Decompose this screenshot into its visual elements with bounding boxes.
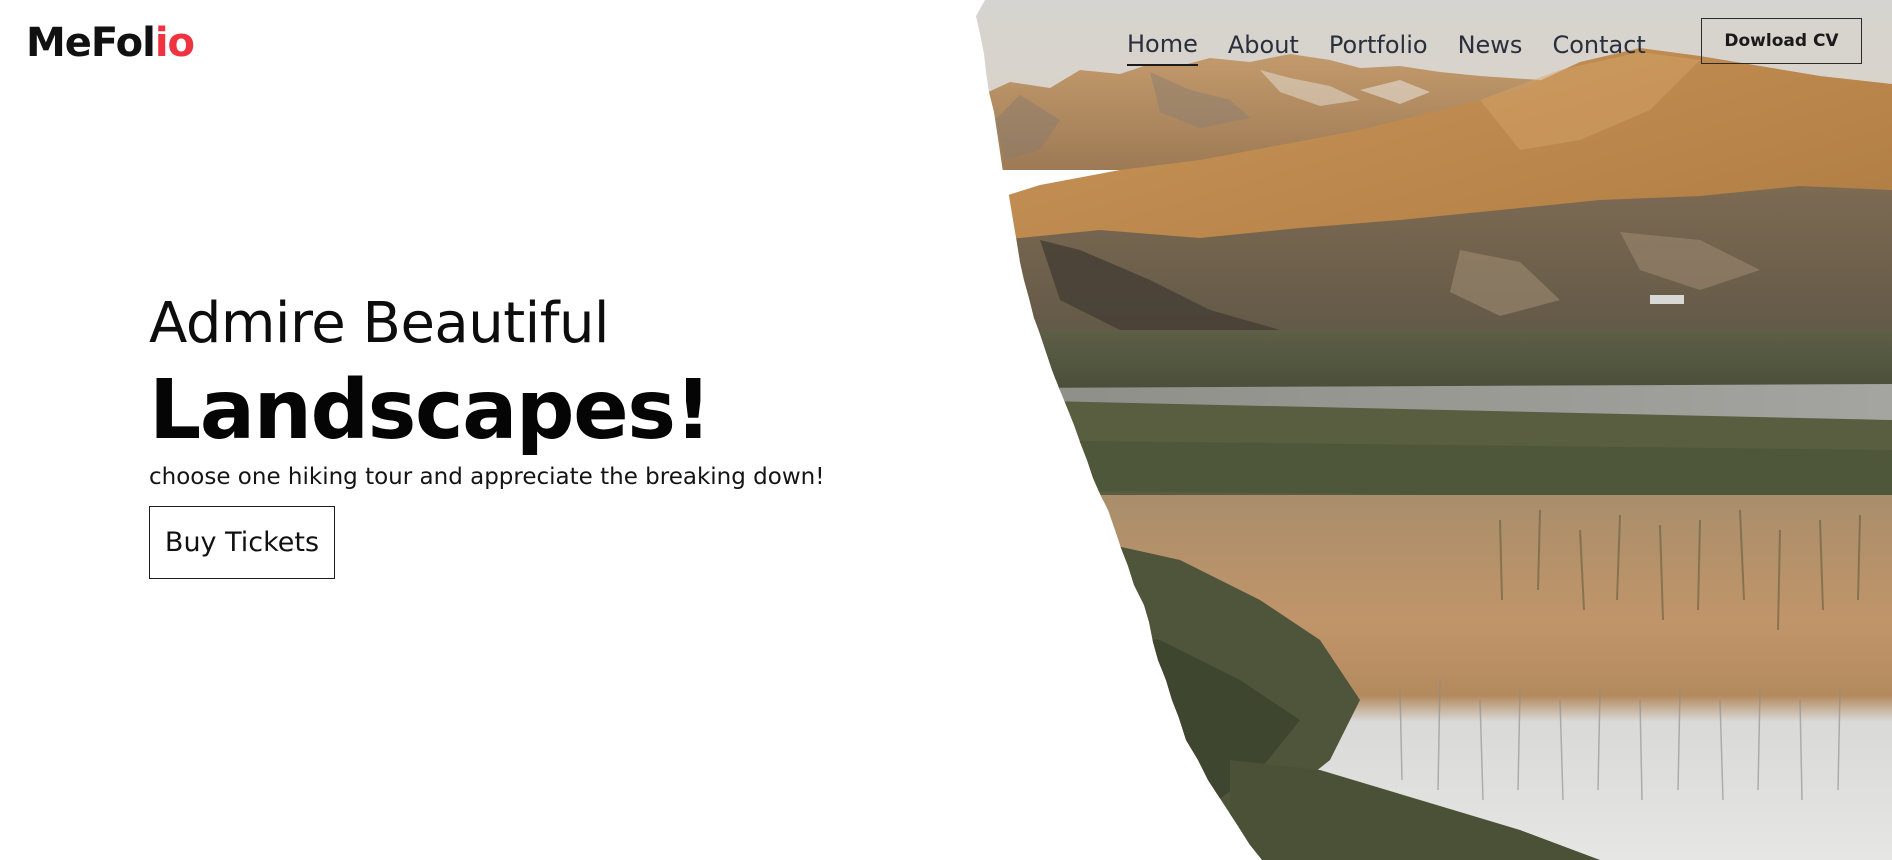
nav-link-news[interactable]: News — [1458, 28, 1523, 65]
site-logo[interactable]: MeFolio — [26, 16, 195, 70]
download-cv-button[interactable]: Dowload CV — [1701, 18, 1862, 64]
hero-content: Admire Beautiful Landscapes! choose one … — [149, 284, 824, 579]
nav-link-home[interactable]: Home — [1127, 27, 1198, 66]
nav-link-contact[interactable]: Contact — [1552, 28, 1645, 65]
logo-text: MeFol — [26, 20, 156, 66]
hero-subtitle: choose one hiking tour and appreciate th… — [149, 464, 825, 490]
main-nav: Home About Portfolio News Contact — [1127, 26, 1676, 66]
nav-link-portfolio[interactable]: Portfolio — [1329, 28, 1428, 65]
logo-accent-text: io — [154, 20, 195, 66]
hero-title-line1: Admire Beautiful — [149, 291, 610, 356]
hero-title-line2: Landscapes! — [149, 363, 712, 458]
nav-link-about[interactable]: About — [1228, 28, 1299, 65]
landing-page: MeFolio Home About Portfolio News Contac… — [0, 0, 1892, 860]
buy-tickets-button[interactable]: Buy Tickets — [149, 506, 335, 579]
